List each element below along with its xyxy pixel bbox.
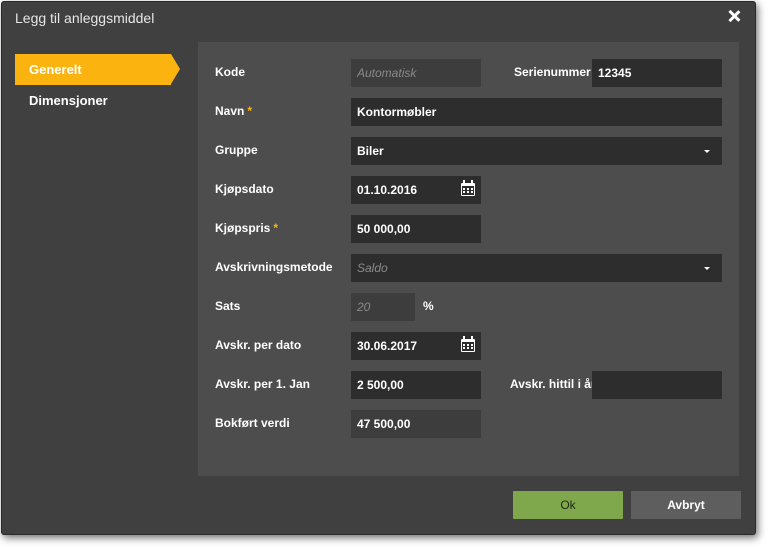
avskr-per-dato-label-text: Avskr. per dato [215, 338, 302, 352]
sats-unit: % [423, 299, 434, 313]
serienummer-label-text: Serienummer [514, 65, 591, 79]
required-marker: * [247, 104, 253, 118]
calendar-icon[interactable] [461, 336, 475, 352]
avskr-hittil-label: Avskr. hittil i år [510, 377, 596, 391]
navn-input[interactable] [351, 98, 722, 126]
kjopspris-label-text: Kjøpspris [215, 221, 271, 235]
sats-input[interactable] [351, 293, 415, 321]
required-marker: * [273, 221, 279, 235]
sidebar-item-label: Generelt [29, 62, 82, 77]
dialog-title: Legg til anleggsmiddel [15, 10, 155, 26]
kjopspris-input[interactable] [351, 215, 481, 243]
kode-label: Kode [215, 65, 245, 79]
gruppe-selected-value: Biler [357, 144, 384, 158]
sidebar-item-label: Dimensjoner [29, 93, 108, 108]
avskrivningsmetode-selected-value: Saldo [357, 261, 388, 275]
bokfort-verdi-field: 47 500,00 [351, 410, 481, 438]
bokfort-verdi-label: Bokført verdi [215, 416, 290, 430]
kjopspris-label: Kjøpspris * [215, 221, 278, 235]
chevron-down-icon [704, 267, 710, 270]
avskrivningsmetode-label: Avskrivningsmetode [215, 260, 333, 274]
gruppe-select[interactable]: Biler [351, 137, 722, 165]
sidebar: Generelt Dimensjoner [15, 54, 185, 116]
sidebar-item-generelt[interactable]: Generelt [15, 54, 180, 85]
close-icon[interactable] [727, 9, 741, 23]
sidebar-item-dimensjoner[interactable]: Dimensjoner [15, 85, 185, 116]
kode-label-text: Kode [215, 65, 245, 79]
kode-input[interactable] [351, 59, 481, 87]
avskrivningsmetode-select[interactable]: Saldo [351, 254, 722, 282]
avskr-per-dato-value: 30.06.2017 [357, 339, 418, 353]
avskr-per-dato-input[interactable]: 30.06.2017 [351, 332, 481, 360]
chevron-down-icon [704, 150, 710, 153]
sats-label: Sats [215, 299, 240, 313]
avskr-per-dato-label: Avskr. per dato [215, 338, 301, 352]
ok-button[interactable]: Ok [513, 491, 623, 519]
kjopsdato-label-text: Kjøpsdato [215, 182, 274, 196]
bokfort-verdi-value: 47 500,00 [357, 417, 411, 431]
kjopsdato-input[interactable]: 01.10.2016 [351, 176, 481, 204]
cancel-button[interactable]: Avbryt [631, 491, 741, 519]
avskr-per-jan-label: Avskr. per 1. Jan [215, 377, 310, 391]
navn-label: Navn * [215, 104, 252, 118]
calendar-icon[interactable] [461, 180, 475, 196]
avskrivningsmetode-label-text: Avskrivningsmetode [215, 260, 333, 274]
gruppe-label-text: Gruppe [215, 143, 258, 157]
kjopsdato-label: Kjøpsdato [215, 182, 274, 196]
form-panel: Kode Serienummer Navn* Gruppe Biler Kjøp… [198, 42, 739, 476]
avskr-hittil-input[interactable] [592, 371, 722, 399]
avskr-per-jan-label-text: Avskr. per 1. Jan [215, 377, 310, 391]
serienummer-input[interactable] [592, 59, 722, 87]
sats-label-text: Sats [215, 299, 241, 313]
gruppe-label: Gruppe [215, 143, 258, 157]
navn-label-text: Navn [215, 104, 245, 118]
bokfort-verdi-label-text: Bokført verdi [215, 416, 290, 430]
avskr-per-jan-input[interactable] [351, 371, 481, 399]
serienummer-label: Serienummer [514, 65, 591, 79]
add-asset-dialog: Legg til anleggsmiddel Generelt Dimensjo… [1, 1, 756, 535]
avskr-hittil-label-text: Avskr. hittil i år [510, 377, 596, 391]
kjopsdato-value: 01.10.2016 [357, 183, 418, 197]
